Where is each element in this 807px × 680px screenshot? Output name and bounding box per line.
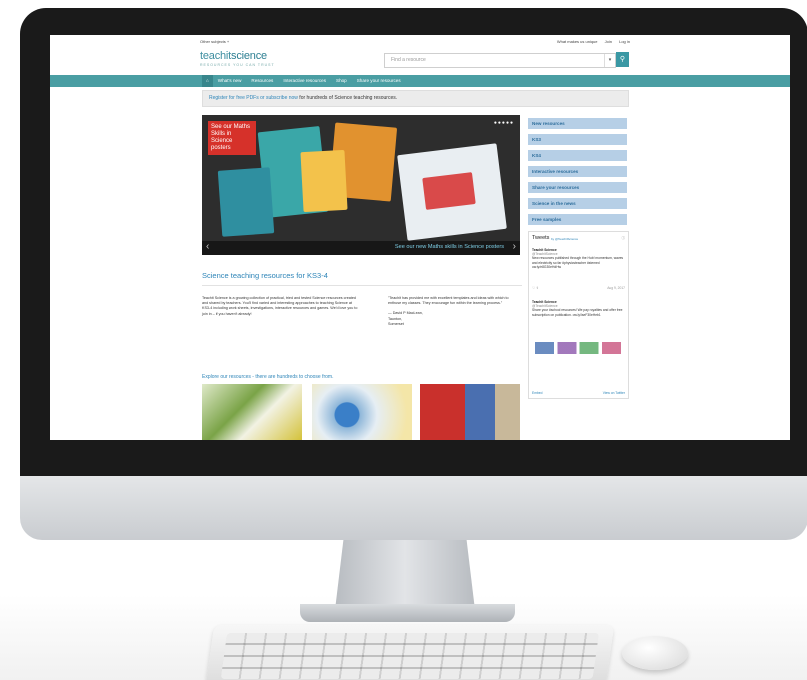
twitter-widget: Tweets by @TeachitScience ⓘ Teachit Scie… xyxy=(528,231,629,399)
tweets-footer: Embed View on Twitter xyxy=(532,391,625,395)
browser-screen: Other subjects + What makes us unique Jo… xyxy=(50,35,790,440)
search-placeholder: Find a resource xyxy=(391,57,426,63)
divider xyxy=(202,285,522,286)
sidebar-item-share[interactable]: Share your resources xyxy=(528,182,627,193)
resource-thumb-earth[interactable] xyxy=(312,384,412,440)
sidebar-item-ks3[interactable]: KS3 xyxy=(528,134,627,145)
keyboard xyxy=(205,625,615,680)
sidebar-item-ks4[interactable]: KS4 xyxy=(528,150,627,161)
logo-part2: science xyxy=(231,50,267,62)
monitor-chin xyxy=(20,476,807,540)
chevron-down-icon[interactable]: ▾ xyxy=(604,54,615,67)
nav-interactive[interactable]: Interactive resources xyxy=(278,75,331,87)
nav-resources[interactable]: Resources xyxy=(246,75,278,87)
chevron-left-icon[interactable]: ‹ xyxy=(206,241,209,252)
resource-thumb-science[interactable] xyxy=(420,384,520,440)
banner-text: for hundreds of Science teaching resourc… xyxy=(297,95,398,101)
poster-equations xyxy=(300,149,348,213)
carousel-caption-bar: ‹ See our new Maths skills in Science po… xyxy=(202,241,520,255)
page-title: Science teaching resources for KS3-4 xyxy=(202,271,328,280)
carousel-label: See our Maths Skills in Science posters xyxy=(208,121,256,155)
subscribe-banner: Register for free PDFs or subscribe now … xyxy=(202,90,629,107)
monitor-stand xyxy=(335,540,475,610)
sidebar-menu: New resources KS3 KS4 Interactive resour… xyxy=(528,118,627,230)
tweets-title: Tweets xyxy=(532,235,550,241)
register-link[interactable]: Register for free PDFs or subscribe now xyxy=(209,95,298,101)
keyboard-keys xyxy=(220,633,600,679)
home-icon[interactable]: ⌂ xyxy=(202,75,213,87)
nav-shop[interactable]: Shop xyxy=(331,75,352,87)
embed-link[interactable]: Embed xyxy=(532,391,542,395)
nav-share[interactable]: Share your resources xyxy=(352,75,406,87)
join-link[interactable]: Join xyxy=(605,39,612,44)
search-input[interactable]: Find a resource ▾ xyxy=(384,53,616,68)
sidebar-item-news[interactable]: Science in the news xyxy=(528,198,627,209)
tweet-meta: ♡ ⇪ Aug 9, 2017 xyxy=(532,286,625,290)
resource-thumb-plants[interactable] xyxy=(202,384,302,440)
poster-area xyxy=(217,167,275,237)
utility-links: What makes us unique Join Log in xyxy=(551,39,630,44)
scene: Other subjects + What makes us unique Jo… xyxy=(0,0,807,680)
unique-link[interactable]: What makes us unique xyxy=(557,39,598,44)
sidebar-item-new-resources[interactable]: New resources xyxy=(528,118,627,129)
sidebar-item-free-samples[interactable]: Free samples xyxy=(528,214,627,225)
mouse xyxy=(622,636,688,670)
other-subjects-link[interactable]: Other subjects + xyxy=(200,39,229,44)
main-nav: ⌂ What's new Resources Interactive resou… xyxy=(50,75,790,87)
tweet-image[interactable] xyxy=(535,342,621,354)
testimonial: "Teachit has provided me with excellent … xyxy=(388,296,520,327)
testimonial-county: Somerset xyxy=(388,321,404,326)
intro-text: Teachit Science is a growing collection … xyxy=(202,296,358,316)
site-logo[interactable]: teachitscience xyxy=(200,50,267,62)
explore-heading: Explore our resources - there are hundre… xyxy=(202,374,334,380)
tweet-item[interactable]: Teachit Science @TeachitScience New reso… xyxy=(532,248,625,269)
tweet-text: New resources published through the Hub!… xyxy=(532,256,624,269)
carousel-dots[interactable]: ●●●●● xyxy=(494,120,514,126)
heart-icon[interactable]: ♡ ⇪ xyxy=(532,286,539,290)
login-link[interactable]: Log in xyxy=(619,39,630,44)
nav-whats-new[interactable]: What's new xyxy=(213,75,247,87)
testimonial-text: "Teachit has provided me with excellent … xyxy=(388,296,509,306)
sidebar-item-interactive[interactable]: Interactive resources xyxy=(528,166,627,177)
carousel-caption[interactable]: See our new Maths skills in Science post… xyxy=(395,244,504,250)
tweet-date: Aug 9, 2017 xyxy=(607,286,625,290)
hero-carousel[interactable]: See our Maths Skills in Science posters … xyxy=(202,115,520,255)
info-icon[interactable]: ⓘ xyxy=(622,236,626,241)
poster-chart-block xyxy=(422,172,476,210)
logo-part1: teachit xyxy=(200,50,232,62)
chevron-right-icon[interactable]: › xyxy=(513,241,516,252)
search-icon: ⚲ xyxy=(619,56,626,63)
monitor-stand-base xyxy=(300,604,515,622)
view-on-twitter-link[interactable]: View on Twitter xyxy=(603,391,625,395)
search-button[interactable]: ⚲ xyxy=(616,52,629,67)
tweets-by[interactable]: by @TeachitScience xyxy=(551,237,578,241)
utility-bar: Other subjects + What makes us unique Jo… xyxy=(200,35,630,47)
site-tagline: RESOURCES YOU CAN TRUST xyxy=(200,63,275,67)
tweet-text: Share your #school resources! We pay roy… xyxy=(532,308,623,317)
tweet-item[interactable]: Teachit Science @TeachitScience Share yo… xyxy=(532,300,625,317)
